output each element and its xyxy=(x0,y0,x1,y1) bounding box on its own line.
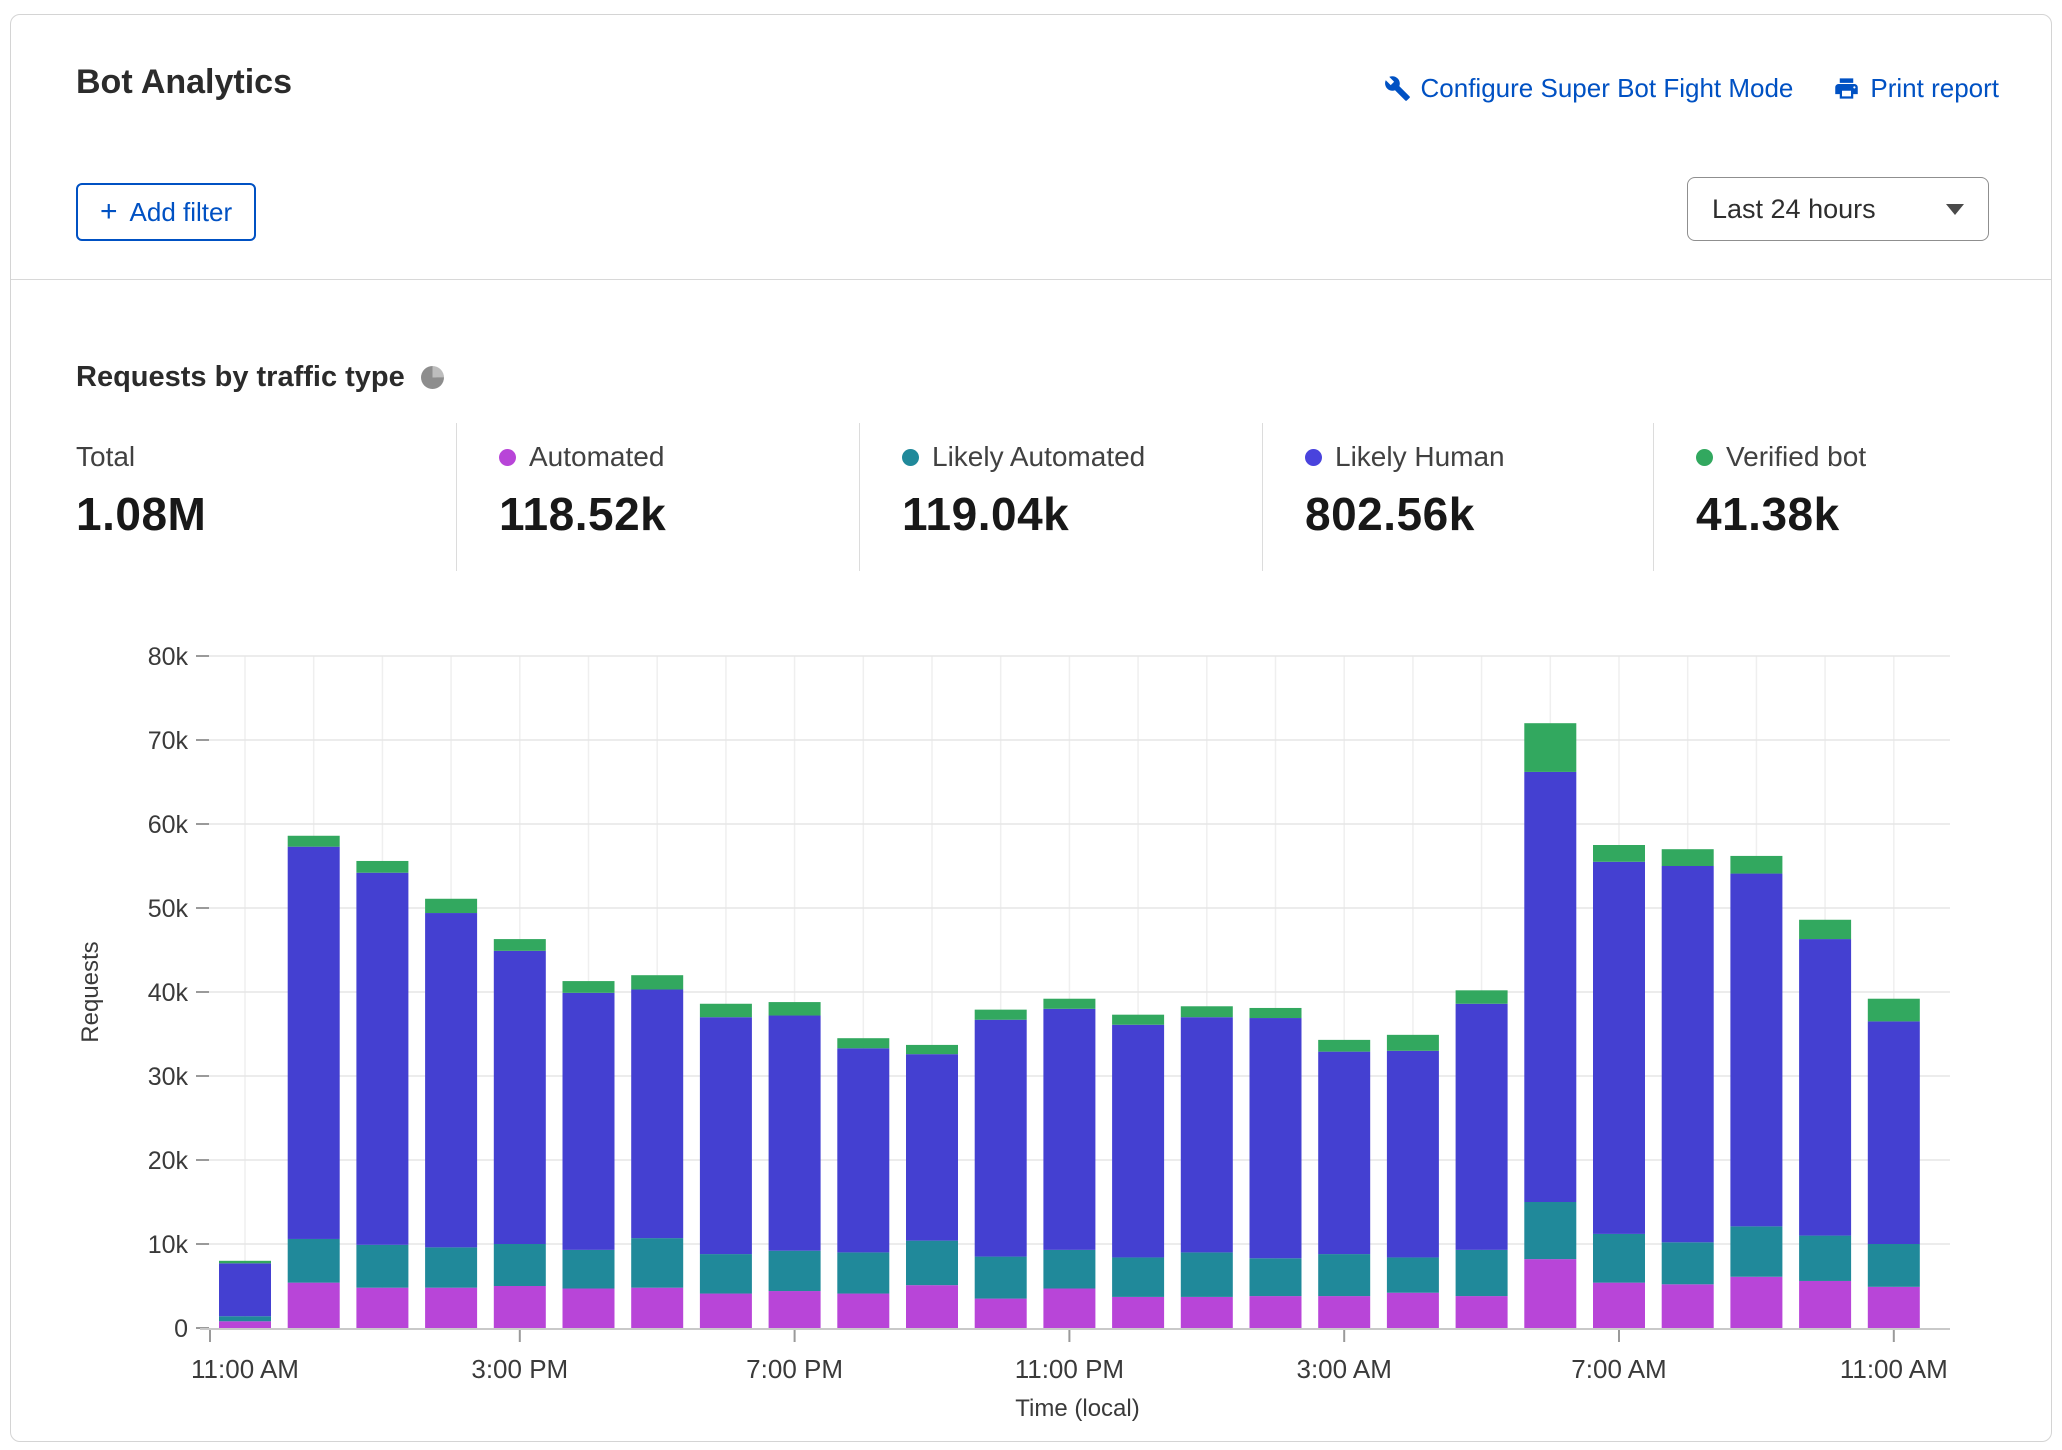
configure-link-label: Configure Super Bot Fight Mode xyxy=(1421,73,1794,104)
chevron-down-icon xyxy=(1946,204,1964,215)
svg-text:10k: 10k xyxy=(148,1231,189,1259)
svg-text:7:00 PM: 7:00 PM xyxy=(746,1354,843,1384)
stat-automated-label: Automated xyxy=(529,441,664,473)
stat-verified-bot-label: Verified bot xyxy=(1726,441,1866,473)
stat-likely-human: Likely Human 802.56k xyxy=(1262,423,1653,571)
bot-analytics-page: Bot Analytics Configure Super Bot Fight … xyxy=(0,0,2062,1450)
stat-total-value: 1.08M xyxy=(76,487,456,541)
stat-automated-value: 118.52k xyxy=(499,487,859,541)
svg-text:11:00 PM: 11:00 PM xyxy=(1015,1354,1124,1384)
print-report-link[interactable]: Print report xyxy=(1833,73,1999,104)
stat-automated: Automated 118.52k xyxy=(456,423,859,571)
stat-likely-automated-value: 119.04k xyxy=(902,487,1262,541)
traffic-stats-row: Total 1.08M Automated 118.52k Likely Aut… xyxy=(76,423,2011,571)
pie-chart-icon xyxy=(421,366,444,389)
svg-text:40k: 40k xyxy=(148,979,189,1007)
wrench-icon xyxy=(1384,75,1411,102)
svg-text:50k: 50k xyxy=(148,895,189,923)
verified-bot-dot xyxy=(1696,449,1713,466)
likely-automated-dot xyxy=(902,449,919,466)
print-link-label: Print report xyxy=(1870,73,1999,104)
add-filter-label: Add filter xyxy=(130,197,233,228)
svg-text:0: 0 xyxy=(174,1315,188,1343)
svg-text:11:00 AM: 11:00 AM xyxy=(191,1354,299,1384)
svg-text:3:00 PM: 3:00 PM xyxy=(471,1354,568,1384)
stat-likely-human-label: Likely Human xyxy=(1335,441,1505,473)
plus-icon: + xyxy=(100,197,118,227)
svg-text:Requests: Requests xyxy=(77,941,104,1042)
stat-likely-automated: Likely Automated 119.04k xyxy=(859,423,1262,571)
svg-text:30k: 30k xyxy=(148,1063,189,1091)
header-actions: Configure Super Bot Fight Mode Print rep… xyxy=(1384,73,1999,104)
page-title: Bot Analytics xyxy=(76,63,292,102)
printer-icon xyxy=(1833,75,1860,102)
configure-super-bot-fight-mode-link[interactable]: Configure Super Bot Fight Mode xyxy=(1384,73,1794,104)
time-range-dropdown[interactable]: Last 24 hours xyxy=(1687,177,1989,241)
svg-text:Time (local): Time (local) xyxy=(1015,1395,1139,1422)
stat-total: Total 1.08M xyxy=(76,423,456,571)
stat-verified-bot-value: 41.38k xyxy=(1696,487,2011,541)
likely-human-dot xyxy=(1305,449,1322,466)
stat-likely-automated-label: Likely Automated xyxy=(932,441,1145,473)
add-filter-button[interactable]: + Add filter xyxy=(76,183,256,241)
svg-text:60k: 60k xyxy=(148,811,189,839)
svg-text:3:00 AM: 3:00 AM xyxy=(1296,1354,1391,1384)
stat-verified-bot: Verified bot 41.38k xyxy=(1653,423,2011,571)
time-range-value: Last 24 hours xyxy=(1712,194,1876,225)
svg-text:20k: 20k xyxy=(148,1147,189,1175)
svg-text:70k: 70k xyxy=(148,727,189,755)
section-header: Requests by traffic type xyxy=(76,361,444,394)
automated-dot xyxy=(499,449,516,466)
svg-text:7:00 AM: 7:00 AM xyxy=(1571,1354,1666,1384)
stat-total-label: Total xyxy=(76,441,135,473)
header-divider xyxy=(11,279,2051,280)
svg-text:11:00 AM: 11:00 AM xyxy=(1840,1354,1948,1384)
requests-stacked-bar-chart: 0 10k 20k 30k 40k 50k 60k 70k 80k 11:00 AM 3:00 PM… xyxy=(0,600,2062,1440)
section-title: Requests by traffic type xyxy=(76,361,405,394)
svg-text:80k: 80k xyxy=(148,643,189,671)
stat-likely-human-value: 802.56k xyxy=(1305,487,1653,541)
